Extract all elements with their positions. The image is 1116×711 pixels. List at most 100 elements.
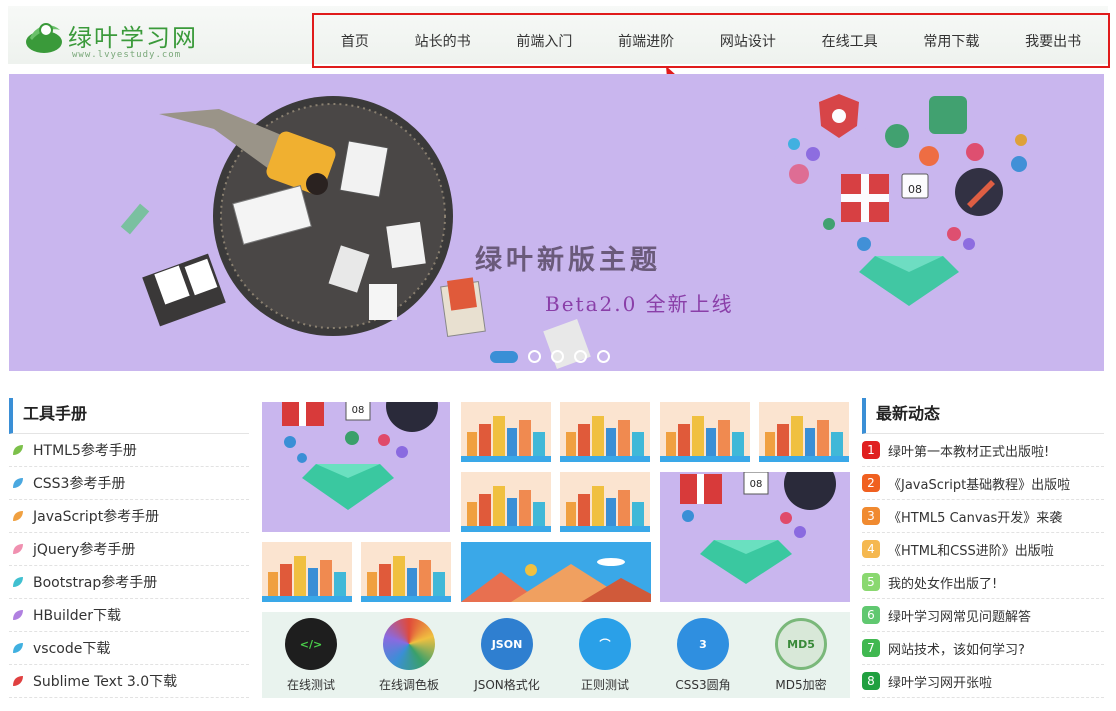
manual-item[interactable]: vscode下载 <box>9 632 249 665</box>
news-panel: 最新动态 1 绿叶第一本教材正式出版啦! 2 《JavaScript基础教程》出版啦 3… <box>862 398 1104 698</box>
tool-4[interactable]: ⌒ 正则测试 <box>565 618 645 693</box>
news-rank-badge: 5 <box>862 573 880 591</box>
news-item[interactable]: 8 绿叶学习网开张啦 <box>862 665 1104 698</box>
heart-calendar-badge: 08 <box>908 183 922 196</box>
news-rank-badge: 1 <box>862 441 880 459</box>
manual-item-label: HTML5参考手册 <box>33 443 137 459</box>
palette-icon <box>383 618 435 670</box>
tool-1[interactable]: </> 在线测试 <box>271 618 351 693</box>
tool-label: 在线测试 <box>286 678 335 692</box>
tool-5[interactable]: 3 CSS3圆角 <box>663 618 743 693</box>
nav-online-tools[interactable]: 在线工具 <box>822 31 878 51</box>
tile-calendar-badge: 08 <box>352 405 365 416</box>
nav-frontend-intro[interactable]: 前端入门 <box>516 31 572 51</box>
news-item-label: 我的处女作出版了! <box>888 576 998 592</box>
news-item[interactable]: 6 绿叶学习网常见问题解答 <box>862 599 1104 632</box>
news-item-label: 绿叶学习网开张啦 <box>888 675 993 691</box>
feature-tile-city[interactable] <box>660 402 750 462</box>
slide-dot-4[interactable] <box>574 350 587 363</box>
manual-item[interactable]: Sublime Text 3.0下载 <box>9 665 249 698</box>
tools-manual-title: 工具手册 <box>9 398 249 434</box>
news-rank-badge: 3 <box>862 507 880 525</box>
news-item[interactable]: 2 《JavaScript基础教程》出版啦 <box>862 467 1104 500</box>
main-nav: 首页 站长的书 前端入门 前端进阶 网站设计 在线工具 常用下载 我要出书 <box>312 13 1110 68</box>
news-rank-badge: 7 <box>862 639 880 657</box>
feature-tile-city[interactable] <box>262 542 352 602</box>
slide-dot-2[interactable] <box>528 350 541 363</box>
manual-item-label: CSS3参考手册 <box>33 476 126 492</box>
news-rank-badge: 4 <box>862 540 880 558</box>
tile-calendar-badge-2: 08 <box>750 479 763 490</box>
leaf-icon <box>13 544 23 554</box>
nav-home[interactable]: 首页 <box>341 31 369 51</box>
news-rank-badge: 2 <box>862 474 880 492</box>
tool-label: 正则测试 <box>580 678 629 692</box>
news-item-label: 网站技术，该如何学习? <box>888 642 1025 658</box>
run-code-icon: </> <box>285 618 337 670</box>
md5-lock-icon: MD5 <box>775 618 827 670</box>
css3-icon: 3 <box>677 618 729 670</box>
slide-dot-3[interactable] <box>551 350 564 363</box>
news-item-label: 《HTML和CSS进阶》出版啦 <box>888 543 1054 559</box>
news-item[interactable]: 3 《HTML5 Canvas开发》来袭 <box>862 500 1104 533</box>
nav-frontend-advanced[interactable]: 前端进阶 <box>618 31 674 51</box>
news-item-label: 绿叶第一本教材正式出版啦! <box>888 444 1050 460</box>
tool-2[interactable]: 在线调色板 <box>369 618 449 693</box>
news-list: 1 绿叶第一本教材正式出版啦! 2 《JavaScript基础教程》出版啦 3 《HTML… <box>862 434 1104 698</box>
manual-item[interactable]: CSS3参考手册 <box>9 467 249 500</box>
tool-label: MD5加密 <box>775 678 827 692</box>
news-item[interactable]: 4 《HTML和CSS进阶》出版啦 <box>862 533 1104 566</box>
feature-tile-city[interactable] <box>461 402 551 462</box>
feature-tile-city[interactable] <box>560 472 650 532</box>
news-item[interactable]: 5 我的处女作出版了! <box>862 566 1104 599</box>
feature-tile-city[interactable] <box>560 402 650 462</box>
news-rank-badge: 6 <box>862 606 880 624</box>
leaf-icon <box>13 676 23 686</box>
news-rank-badge: 8 <box>862 672 880 690</box>
regex-icon: ⌒ <box>579 618 631 670</box>
json-hammer-icon: JSON <box>481 618 533 670</box>
nav-publish-book[interactable]: 我要出书 <box>1025 31 1081 51</box>
leaf-logo-icon <box>26 23 62 53</box>
news-item-label: 绿叶学习网常见问题解答 <box>888 609 1032 625</box>
tool-6[interactable]: MD5 MD5加密 <box>761 618 841 693</box>
nav-downloads[interactable]: 常用下载 <box>923 31 979 51</box>
online-tools-row: </> 在线测试 在线调色板 JSON JSON格式化 ⌒ 正则测试 3 CSS3圆角 MD5 MD… <box>262 612 850 698</box>
tools-manual-list: HTML5参考手册 CSS3参考手册 JavaScript参考手册 jQuery参考手… <box>9 434 249 698</box>
banner-pagination <box>490 350 610 363</box>
nav-web-design[interactable]: 网站设计 <box>720 31 776 51</box>
tool-3[interactable]: JSON JSON格式化 <box>467 618 547 693</box>
feature-tile-city[interactable] <box>759 402 849 462</box>
manual-item[interactable]: HBuilder下载 <box>9 599 249 632</box>
leaf-icon <box>13 478 23 488</box>
manual-item-label: jQuery参考手册 <box>33 542 136 558</box>
manual-item-label: vscode下载 <box>33 641 111 657</box>
leaf-icon <box>13 511 23 521</box>
hero-banner[interactable]: 08 绿叶新版主题 Beta2.0 全新上线 <box>9 74 1104 371</box>
leaf-icon <box>13 577 23 587</box>
site-logo[interactable]: 绿叶学习网 www.lvyestudy.com <box>16 12 226 62</box>
manual-item-label: Sublime Text 3.0下载 <box>33 674 178 690</box>
feature-tile-city[interactable] <box>461 472 551 532</box>
manual-item-label: HBuilder下载 <box>33 608 122 624</box>
feature-tile-landscape[interactable] <box>461 542 651 602</box>
slide-dot-1[interactable] <box>490 350 518 363</box>
nav-webmaster-books[interactable]: 站长的书 <box>415 31 471 51</box>
news-title: 最新动态 <box>862 398 1104 434</box>
leaf-icon <box>13 445 23 455</box>
feature-tile-large-2[interactable]: 08 <box>660 472 850 602</box>
manual-item-label: JavaScript参考手册 <box>33 509 160 525</box>
site-header: 绿叶学习网 www.lvyestudy.com 首页 站长的书 前端入门 前端进… <box>8 6 1110 68</box>
manual-item[interactable]: JavaScript参考手册 <box>9 500 249 533</box>
manual-item[interactable]: jQuery参考手册 <box>9 533 249 566</box>
news-item-label: 《HTML5 Canvas开发》来袭 <box>888 510 1063 526</box>
manual-item[interactable]: HTML5参考手册 <box>9 434 249 467</box>
tools-manual-panel: 工具手册 HTML5参考手册 CSS3参考手册 JavaScript参考手册 jQue… <box>9 398 249 698</box>
news-item[interactable]: 7 网站技术，该如何学习? <box>862 632 1104 665</box>
banner-illustration: 08 <box>120 94 1044 369</box>
feature-tile-city[interactable] <box>361 542 451 602</box>
feature-tile-large-1[interactable]: 08 <box>262 402 450 532</box>
news-item[interactable]: 1 绿叶第一本教材正式出版啦! <box>862 434 1104 467</box>
manual-item[interactable]: Bootstrap参考手册 <box>9 566 249 599</box>
slide-dot-5[interactable] <box>597 350 610 363</box>
